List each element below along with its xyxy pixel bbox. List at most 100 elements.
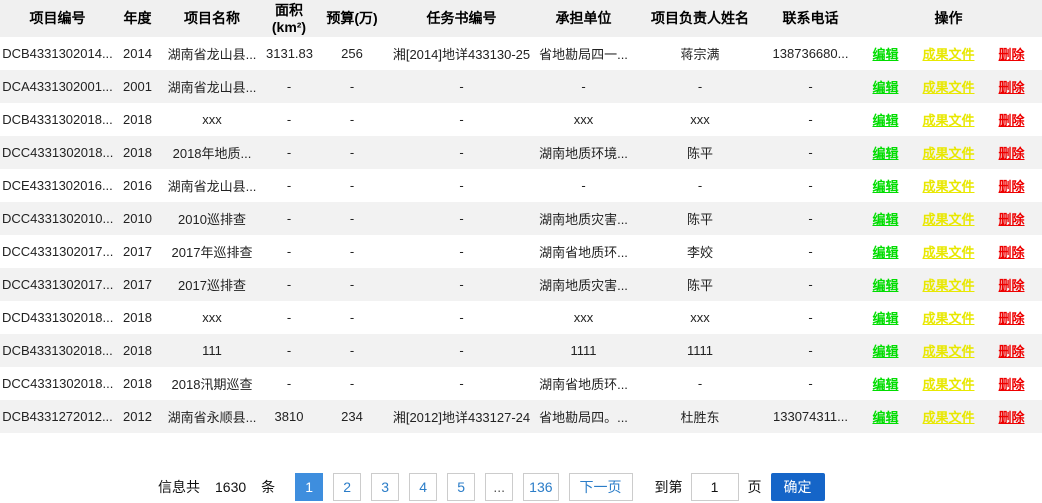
delete-link[interactable]: 删除 [999,374,1025,393]
cell-contact-phone: - [766,169,855,202]
cell-leader-name: 陈平 [634,202,766,235]
cell-project-id: DCC4331302010... [0,202,115,235]
cell-project-id: DCB4331302018... [0,334,115,367]
results-link[interactable]: 成果文件 [922,242,974,261]
edit-link[interactable]: 编辑 [872,110,898,129]
table-header-row: 项目编号年度项目名称面积(km²)预算(万)任务书编号承担单位项目负责人姓名联系… [0,0,1042,37]
cell-leader-name: 蒋宗满 [634,37,766,70]
row-actions: 编辑 成果文件 删除 [857,235,1040,268]
cell-budget: - [314,103,390,136]
delete-link[interactable]: 删除 [999,341,1025,360]
cell-project-name: 2018汛期巡查 [160,367,264,400]
cell-undertaking-unit: - [533,70,634,103]
edit-link[interactable]: 编辑 [872,341,898,360]
edit-link[interactable]: 编辑 [872,275,898,294]
cell-year: 2017 [115,235,160,268]
delete-link[interactable]: 删除 [999,275,1025,294]
delete-link[interactable]: 删除 [999,176,1025,195]
column-header-project-name: 项目名称 [160,0,264,37]
cell-project-name: xxx [160,301,264,334]
edit-link[interactable]: 编辑 [872,44,898,63]
cell-area: - [264,136,314,169]
cell-project-id: DCA4331302001... [0,70,115,103]
results-link[interactable]: 成果文件 [922,77,974,96]
results-link[interactable]: 成果文件 [922,407,974,426]
column-header-area: 面积(km²) [264,0,314,37]
cell-operations: 编辑 成果文件 删除 [855,103,1042,136]
page-button-3[interactable]: 3 [371,473,399,501]
column-header-contact-phone: 联系电话 [766,0,855,37]
table-row: DCA4331302001...2001湖南省龙山县...------编辑成果文… [0,70,1042,103]
page-button-4[interactable]: 4 [409,473,437,501]
delete-link[interactable]: 删除 [999,143,1025,162]
cell-task-doc-number: - [390,268,533,301]
cell-area: - [264,334,314,367]
cell-operations: 编辑 成果文件 删除 [855,136,1042,169]
edit-link[interactable]: 编辑 [872,407,898,426]
results-link[interactable]: 成果文件 [922,374,974,393]
delete-link[interactable]: 删除 [999,77,1025,96]
page-button-136[interactable]: 136 [523,473,558,501]
edit-link[interactable]: 编辑 [872,143,898,162]
cell-contact-phone: 133074311... [766,400,855,433]
column-header-project-id: 项目编号 [0,0,115,37]
cell-project-id: DCB4331302018... [0,103,115,136]
cell-year: 2018 [115,136,160,169]
delete-link[interactable]: 删除 [999,110,1025,129]
results-link[interactable]: 成果文件 [922,176,974,195]
cell-contact-phone: - [766,70,855,103]
page-button-5[interactable]: 5 [447,473,475,501]
cell-contact-phone: - [766,301,855,334]
row-actions: 编辑 成果文件 删除 [857,268,1040,301]
cell-contact-phone: 138736680... [766,37,855,70]
page-ellipsis: ... [485,473,513,501]
cell-year: 2016 [115,169,160,202]
cell-leader-name: - [634,367,766,400]
pagination-bar: 信息共 1630 条 12345...136 下一页 到第 页 确定 [158,472,825,502]
edit-link[interactable]: 编辑 [872,77,898,96]
delete-link[interactable]: 删除 [999,44,1025,63]
goto-page-input[interactable] [691,473,739,501]
cell-operations: 编辑 成果文件 删除 [855,202,1042,235]
table-row: DCB4331302018...2018111---11111111-编辑成果文… [0,334,1042,367]
next-page-button[interactable]: 下一页 [569,473,633,501]
cell-task-doc-number: - [390,103,533,136]
page-button-2[interactable]: 2 [333,473,361,501]
results-link[interactable]: 成果文件 [922,275,974,294]
row-actions: 编辑 成果文件 删除 [857,301,1040,334]
delete-link[interactable]: 删除 [999,308,1025,327]
results-link[interactable]: 成果文件 [922,110,974,129]
row-actions: 编辑 成果文件 删除 [857,70,1040,103]
cell-undertaking-unit: xxx [533,301,634,334]
cell-operations: 编辑 成果文件 删除 [855,70,1042,103]
cell-year: 2001 [115,70,160,103]
row-actions: 编辑 成果文件 删除 [857,400,1040,433]
edit-link[interactable]: 编辑 [872,209,898,228]
cell-year: 2018 [115,367,160,400]
cell-contact-phone: - [766,136,855,169]
cell-undertaking-unit: 湖南省地质环... [533,367,634,400]
cell-operations: 编辑 成果文件 删除 [855,334,1042,367]
delete-link[interactable]: 删除 [999,209,1025,228]
delete-link[interactable]: 删除 [999,242,1025,261]
cell-area: 3810 [264,400,314,433]
cell-undertaking-unit: 湖南地质环境... [533,136,634,169]
table-row: DCC4331302010...20102010巡排查---湖南地质灾害...陈… [0,202,1042,235]
table-header: 项目编号年度项目名称面积(km²)预算(万)任务书编号承担单位项目负责人姓名联系… [0,0,1042,37]
edit-link[interactable]: 编辑 [872,374,898,393]
edit-link[interactable]: 编辑 [872,242,898,261]
cell-contact-phone: - [766,103,855,136]
cell-budget: 234 [314,400,390,433]
edit-link[interactable]: 编辑 [872,308,898,327]
results-link[interactable]: 成果文件 [922,308,974,327]
cell-area: - [264,367,314,400]
page-button-1[interactable]: 1 [295,473,323,501]
edit-link[interactable]: 编辑 [872,176,898,195]
delete-link[interactable]: 删除 [999,407,1025,426]
cell-leader-name: 李姣 [634,235,766,268]
results-link[interactable]: 成果文件 [922,44,974,63]
results-link[interactable]: 成果文件 [922,143,974,162]
results-link[interactable]: 成果文件 [922,341,974,360]
confirm-button[interactable]: 确定 [771,473,825,501]
results-link[interactable]: 成果文件 [922,209,974,228]
